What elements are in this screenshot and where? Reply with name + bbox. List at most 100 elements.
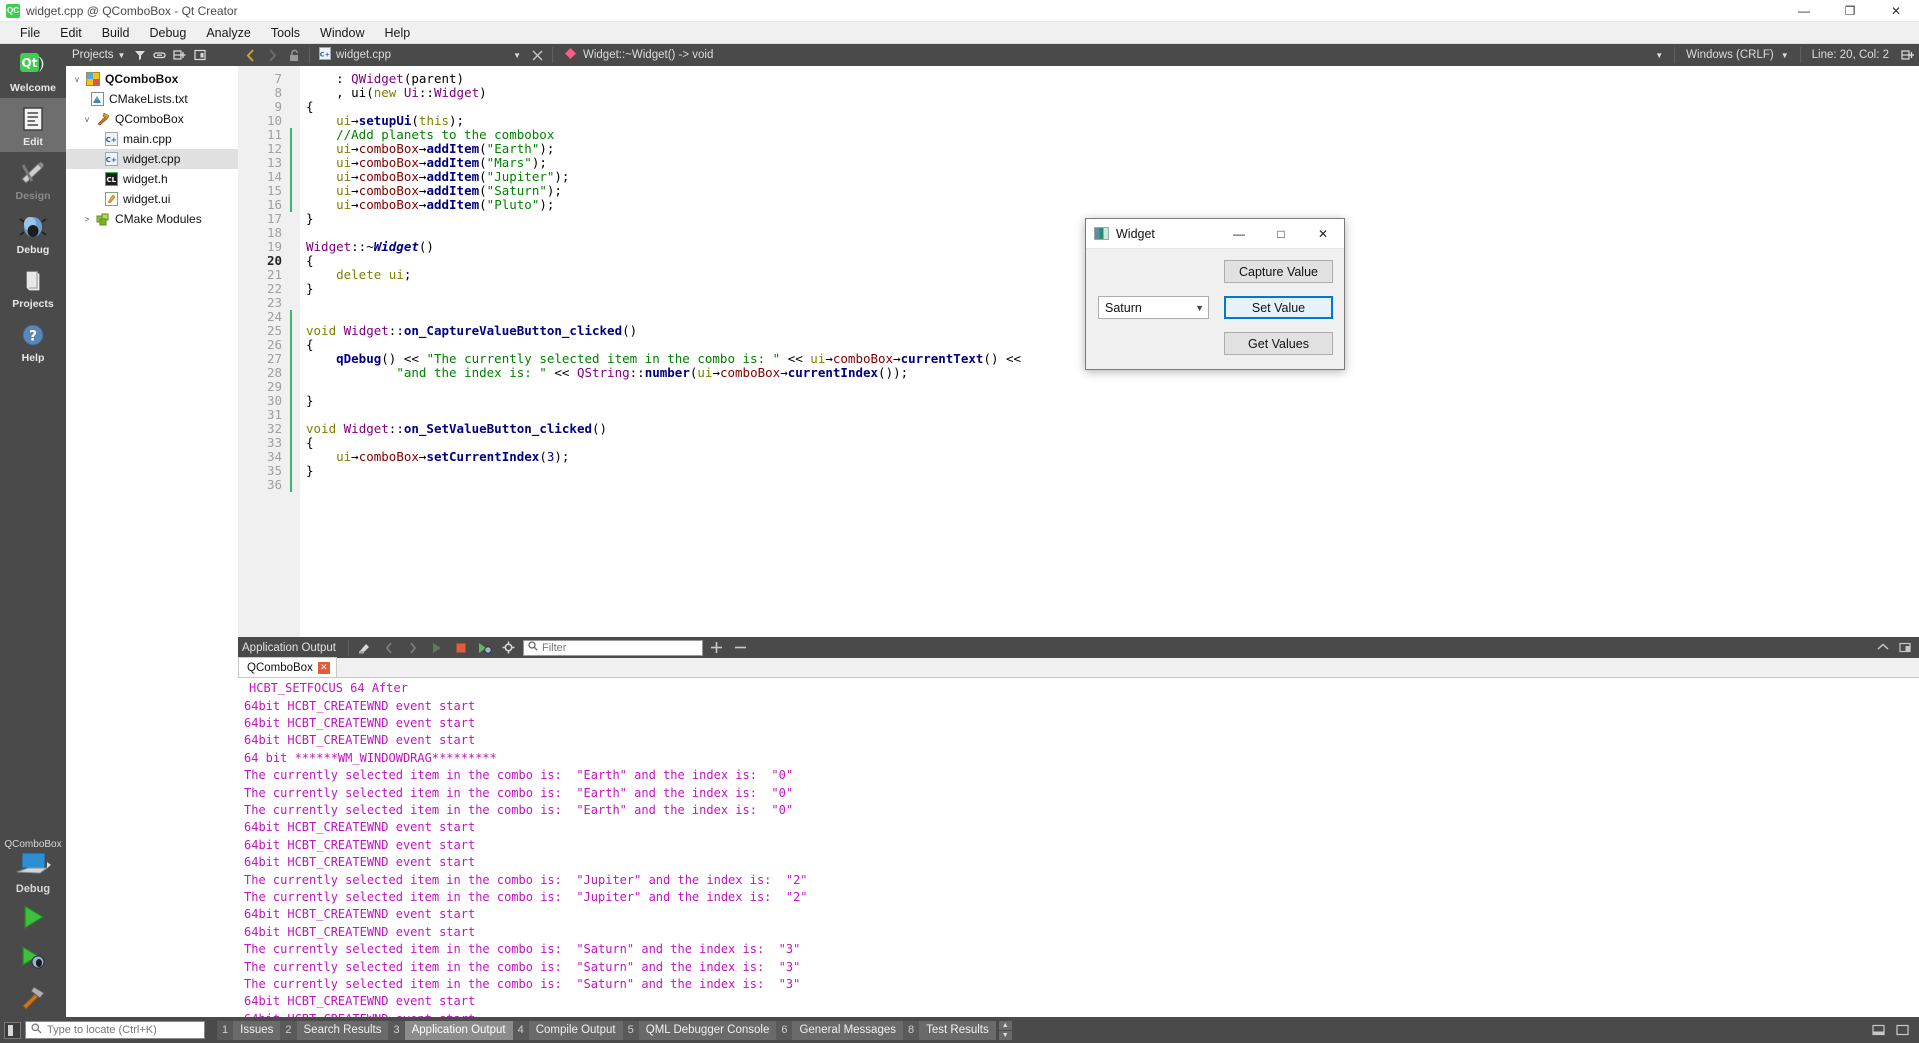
tree-item-main-cpp[interactable]: C+ main.cpp — [66, 129, 238, 149]
tree-item-widget-cpp[interactable]: C+ widget.cpp — [66, 149, 238, 169]
output-tab-scroll-buttons[interactable]: ▲ ▼ — [998, 1020, 1012, 1040]
tab-label: Search Results — [296, 1020, 389, 1040]
menu-window[interactable]: Window — [310, 23, 374, 43]
menu-file[interactable]: File — [10, 23, 50, 43]
encoding-selector[interactable]: Windows (CRLF) ▼ — [1678, 44, 1796, 66]
status-tab-application-output[interactable]: 3 Application Output — [388, 1020, 513, 1040]
project-icon — [84, 72, 102, 86]
filter-icon[interactable] — [131, 47, 148, 64]
code-editor[interactable]: 78▼910111213141516171819▼202122232425▼26… — [238, 66, 1919, 637]
status-tab-search-results[interactable]: 2 Search Results — [280, 1020, 389, 1040]
mode-projects[interactable]: Projects — [0, 260, 66, 314]
status-tab-issues[interactable]: 1 Issues — [217, 1020, 281, 1040]
maximize-button[interactable]: ❐ — [1827, 0, 1873, 22]
mode-edit[interactable]: Edit — [0, 98, 66, 152]
status-tab-test-results[interactable]: 8 Test Results — [903, 1020, 996, 1040]
output-log[interactable]: HCBT_SETFOCUS 64 After 64bit HCBT_CREATEW… — [238, 678, 1919, 1017]
back-arrow-icon[interactable] — [240, 45, 260, 65]
open-file-selector[interactable]: C+ widget.cpp ▼ — [315, 45, 525, 65]
widget-close-button[interactable]: ✕ — [1302, 219, 1344, 249]
editor-toolbar-right: ▼ Windows (CRLF) ▼ Line: 20, Col: 2 — [1647, 44, 1917, 66]
status-tab-qml-debugger-console[interactable]: 5 QML Debugger Console — [622, 1020, 777, 1040]
mode-design[interactable]: Design — [0, 152, 66, 206]
output-tab-qcombobox[interactable]: QComboBox ✕ — [238, 657, 337, 678]
stop-icon[interactable] — [451, 638, 471, 658]
debug-button[interactable] — [0, 937, 66, 977]
output-pane-title: Application Output — [242, 641, 336, 654]
menu-edit[interactable]: Edit — [50, 23, 92, 43]
tree-item-cmakelists[interactable]: CMakeLists.txt — [66, 89, 238, 109]
tab-label: Application Output — [404, 1020, 513, 1040]
minimize-output-icon[interactable] — [1869, 1022, 1887, 1038]
kit-selector[interactable]: QComboBox Debug — [0, 835, 66, 897]
close-sidebar-icon[interactable] — [191, 47, 208, 64]
maximize-output-icon[interactable] — [1893, 1022, 1911, 1038]
sidebar-view-selector[interactable]: Projects ▼ — [69, 49, 128, 61]
chevron-down-icon: ▼ — [117, 50, 126, 60]
status-tab-general-messages[interactable]: 6 General Messages — [776, 1020, 903, 1040]
fold-column[interactable] — [286, 66, 300, 637]
tree-item-qcombobox-project[interactable]: v QComboBox — [66, 69, 238, 89]
cpp-file-icon: C+ — [319, 47, 331, 63]
twisty-icon[interactable]: v — [80, 115, 94, 124]
toggle-sidebar-icon[interactable] — [4, 1021, 21, 1039]
svg-text:C+: C+ — [105, 136, 116, 144]
link-with-editor-icon[interactable] — [151, 47, 168, 64]
settings-gear-icon[interactable] — [499, 638, 519, 658]
menu-debug[interactable]: Debug — [140, 23, 197, 43]
mode-welcome[interactable]: Qt Welcome — [0, 44, 66, 98]
planet-combobox[interactable]: Saturn ▼ — [1098, 296, 1209, 319]
twisty-icon[interactable]: > — [80, 215, 94, 224]
widget-maximize-button[interactable]: □ — [1260, 219, 1302, 249]
widget-content: Saturn ▼ Capture Value Set Value Get Val… — [1086, 249, 1344, 370]
menu-help[interactable]: Help — [374, 23, 420, 43]
chevron-down-icon[interactable]: ▼ — [1647, 51, 1671, 60]
scroll-down-icon[interactable]: ▼ — [998, 1030, 1012, 1040]
status-tab-compile-output[interactable]: 4 Compile Output — [512, 1020, 623, 1040]
chevron-down-icon[interactable]: ▼ — [513, 51, 521, 60]
set-value-button[interactable]: Set Value — [1224, 296, 1333, 319]
cursor-position-indicator[interactable]: Line: 20, Col: 2 — [1804, 44, 1897, 66]
forward-arrow-icon[interactable] — [262, 45, 282, 65]
get-values-button[interactable]: Get Values — [1224, 332, 1333, 355]
widget-window-controls: — □ ✕ — [1218, 219, 1344, 249]
output-filter-input[interactable]: Filter — [522, 639, 703, 656]
minimize-button[interactable]: — — [1781, 0, 1827, 22]
menu-tools[interactable]: Tools — [261, 23, 310, 43]
twisty-icon[interactable]: v — [70, 75, 84, 84]
plus-icon[interactable] — [707, 638, 727, 658]
code-line: : QWidget(parent) — [306, 71, 465, 86]
close-editor-icon[interactable] — [527, 45, 547, 65]
tree-item-qcombobox-target[interactable]: v QComboBox — [66, 109, 238, 129]
tree-item-widget-h[interactable]: CL widget.h — [66, 169, 238, 189]
scroll-up-icon[interactable]: ▲ — [998, 1020, 1012, 1030]
minus-icon[interactable] — [731, 638, 751, 658]
menu-build[interactable]: Build — [92, 23, 140, 43]
run-button[interactable] — [0, 897, 66, 937]
detach-icon[interactable] — [1895, 638, 1915, 658]
unlocked-icon[interactable] — [284, 45, 304, 65]
run-icon[interactable] — [427, 638, 447, 658]
line-number-gutter: 78▼910111213141516171819▼202122232425▼26… — [238, 66, 295, 637]
widget-application-window[interactable]: Widget — □ ✕ Saturn ▼ Capture Value Set … — [1085, 218, 1345, 370]
mode-debug[interactable]: Debug — [0, 206, 66, 260]
next-item-icon[interactable] — [403, 638, 423, 658]
chevron-up-icon[interactable] — [1873, 638, 1893, 658]
locator-input[interactable]: Type to locate (Ctrl+K) — [25, 1021, 205, 1039]
build-button[interactable] — [0, 977, 66, 1017]
close-button[interactable]: ✕ — [1873, 0, 1919, 22]
tree-item-widget-ui[interactable]: widget.ui — [66, 189, 238, 209]
clear-output-icon[interactable] — [355, 638, 375, 658]
line-number: 17 — [266, 211, 282, 226]
prev-item-icon[interactable] — [379, 638, 399, 658]
tree-item-cmake-modules[interactable]: > CMake Modules — [66, 209, 238, 229]
widget-minimize-button[interactable]: — — [1218, 219, 1260, 249]
attach-debugger-icon[interactable] — [475, 638, 495, 658]
symbol-selector[interactable]: Widget::~Widget() -> void — [558, 47, 1645, 63]
mode-help[interactable]: ? Help — [0, 314, 66, 368]
add-split-icon[interactable] — [171, 47, 188, 64]
capture-value-button[interactable]: Capture Value — [1224, 260, 1333, 283]
menu-analyze[interactable]: Analyze — [196, 23, 260, 43]
split-editor-icon[interactable] — [1897, 45, 1917, 65]
close-tab-icon[interactable]: ✕ — [317, 661, 330, 674]
